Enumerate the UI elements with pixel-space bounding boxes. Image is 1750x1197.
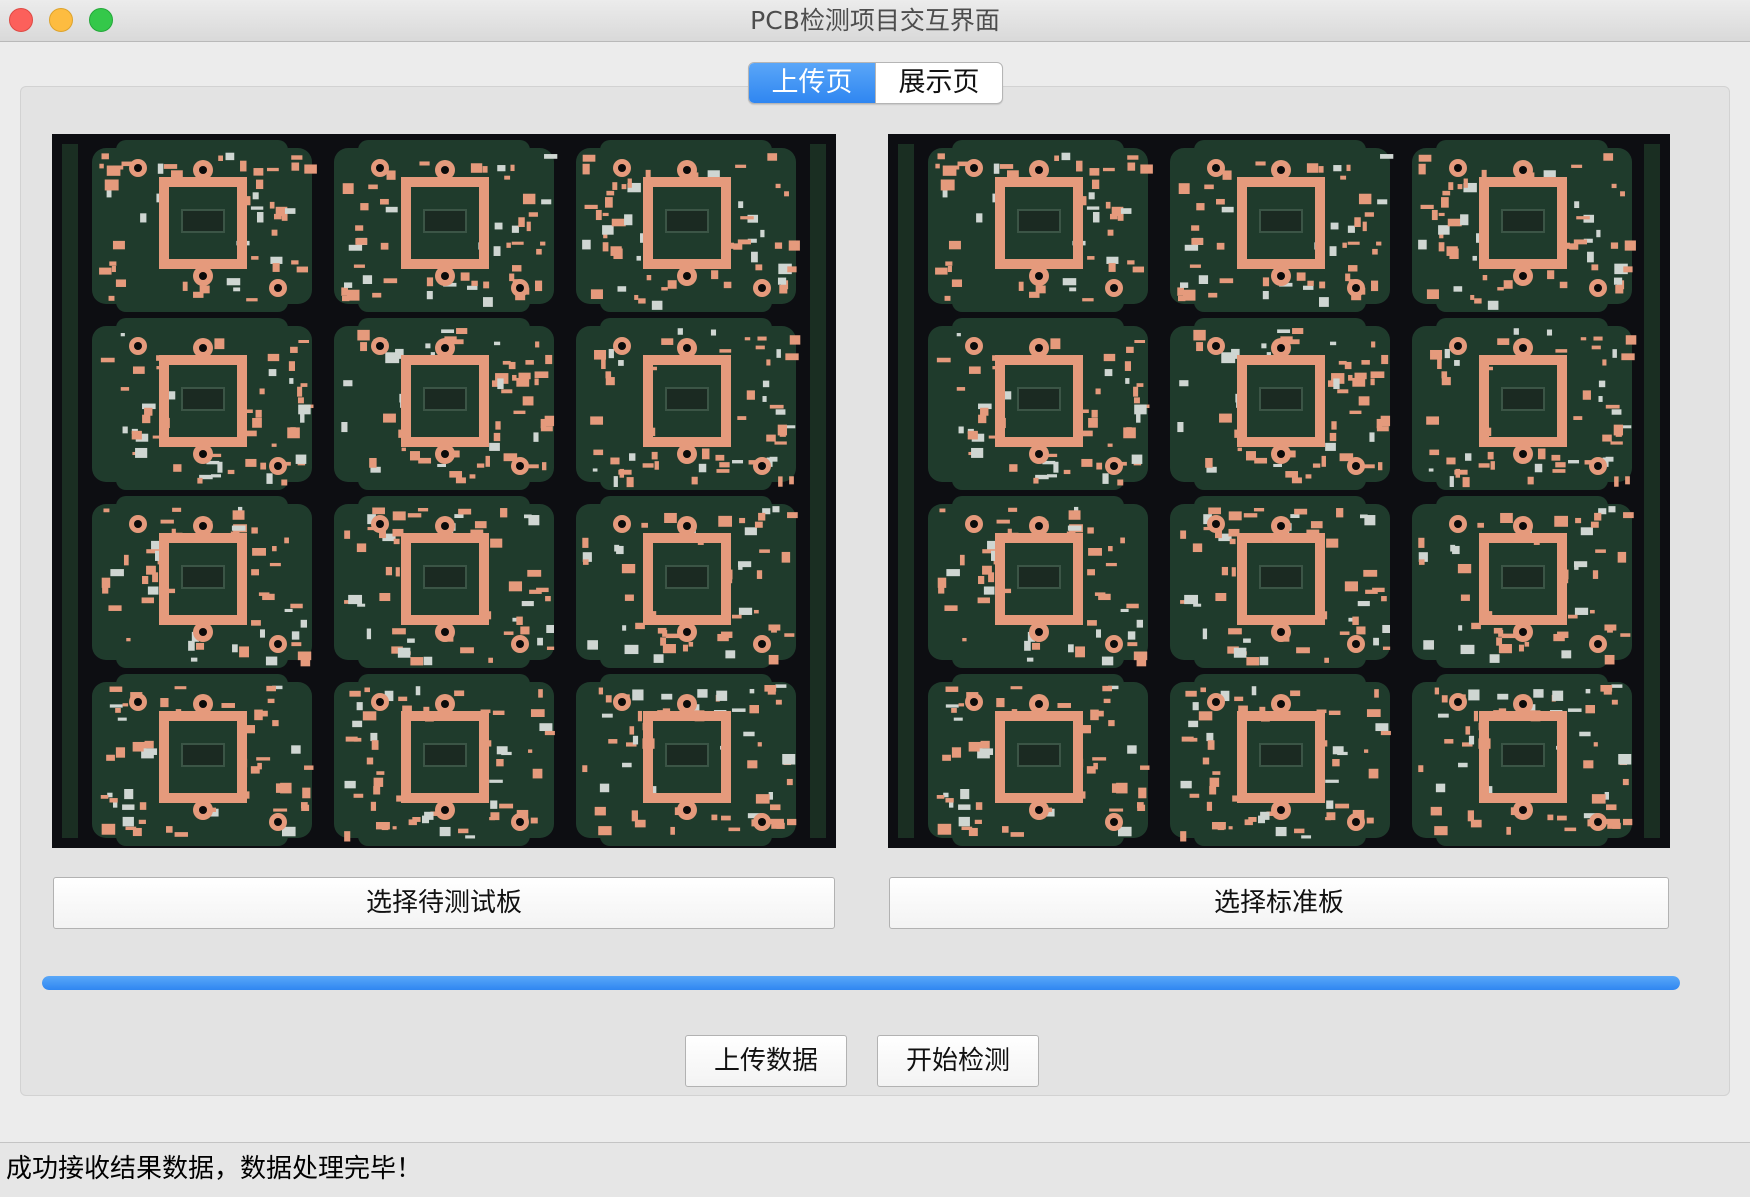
- pcb-board-unit: [928, 496, 1148, 668]
- pcb-board-unit: [1412, 674, 1633, 846]
- status-bar: 成功接收结果数据，数据处理完毕！: [0, 1142, 1750, 1197]
- standard-board-image: [888, 134, 1670, 848]
- pcb-board-unit: [1412, 140, 1636, 312]
- tab-upload[interactable]: 上传页: [749, 63, 875, 103]
- select-standard-board-button[interactable]: 选择标准板: [889, 877, 1669, 929]
- select-test-board-button[interactable]: 选择待测试板: [53, 877, 835, 929]
- pcb-board-unit: [334, 674, 555, 846]
- pcb-board-unit: [576, 674, 797, 846]
- pcb-image-standard: [888, 134, 1670, 848]
- pcb-board-unit: [1170, 674, 1391, 846]
- pcb-board-unit: [1170, 496, 1391, 668]
- progress-bar: [42, 976, 1680, 990]
- tab-display[interactable]: 展示页: [875, 63, 1002, 103]
- title-bar: PCB检测项目交互界面: [0, 0, 1750, 42]
- pcb-board-unit: [576, 140, 800, 312]
- pcb-image-test: [52, 134, 836, 848]
- status-message: 成功接收结果数据，数据处理完毕！: [6, 1154, 423, 1184]
- pcb-board-unit: [1412, 318, 1637, 490]
- pcb-board-unit: [92, 674, 314, 846]
- start-detection-button[interactable]: 开始检测: [877, 1035, 1039, 1087]
- pcb-board-unit: [334, 496, 555, 668]
- pcb-board-unit: [928, 674, 1150, 846]
- pcb-board-unit: [334, 318, 555, 490]
- pcb-board-unit: [1412, 496, 1634, 668]
- pcb-board-unit: [928, 318, 1150, 490]
- pcb-board-unit: [1170, 140, 1394, 312]
- window-title: PCB检测项目交互界面: [750, 6, 1000, 35]
- test-board-image: [52, 134, 836, 848]
- progress-bar-fill: [42, 976, 1680, 990]
- upload-data-button[interactable]: 上传数据: [685, 1035, 847, 1087]
- pcb-board-unit: [928, 140, 1153, 312]
- pcb-board-unit: [576, 496, 798, 668]
- pcb-board-unit: [1170, 318, 1391, 490]
- pcb-board-unit: [576, 318, 801, 490]
- tab-bar: 上传页 展示页: [748, 62, 1003, 104]
- pcb-board-unit: [92, 496, 312, 668]
- pcb-board-unit: [92, 140, 317, 312]
- pcb-board-unit: [334, 140, 558, 312]
- pcb-board-unit: [92, 318, 314, 490]
